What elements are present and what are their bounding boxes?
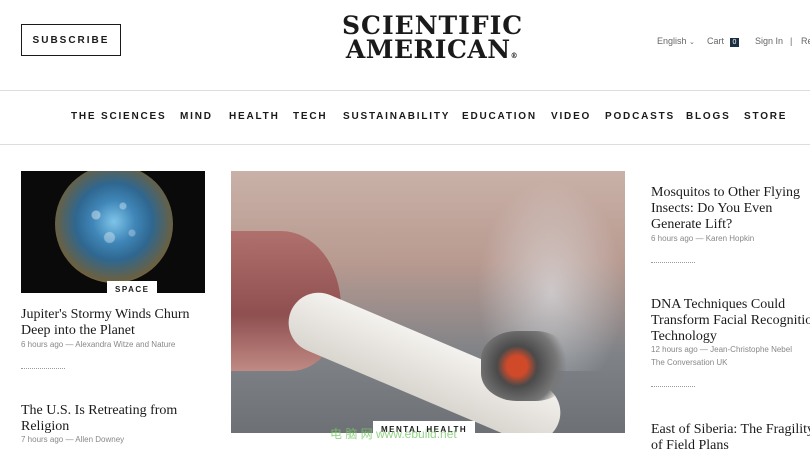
header-divider — [0, 90, 810, 91]
nav-item-the-sciences[interactable]: THE SCIENCES — [71, 111, 167, 122]
jupiter-image[interactable]: SPACE — [21, 171, 205, 293]
article-source: The Conversation UK — [651, 358, 728, 367]
cart-count-badge: 0 — [729, 38, 740, 47]
nav-item-tech[interactable]: TECH — [293, 111, 327, 122]
logo-line2: AMERICAN® — [342, 35, 522, 68]
nav-item-video[interactable]: VIDEO — [551, 111, 591, 122]
chevron-down-icon: ⌄ — [689, 39, 695, 46]
article-headline[interactable]: Jupiter's Stormy Winds Churn Deep into t… — [21, 307, 205, 339]
divider-dotted — [21, 368, 65, 369]
registered-mark: ® — [510, 51, 519, 60]
site-logo[interactable]: SCIENTIFIC AMERICAN® — [342, 13, 522, 68]
divider-dotted — [651, 262, 695, 263]
nav-item-education[interactable]: EDUCATION — [462, 111, 537, 122]
article-meta: 6 hours ago — Alexandra Witze and Nature — [21, 340, 176, 349]
category-tag-space[interactable]: SPACE — [107, 281, 158, 293]
language-label: English — [657, 36, 687, 46]
planet-graphic — [55, 171, 173, 283]
logo-line2-text: AMERICAN — [345, 35, 511, 64]
util-separator: | — [790, 36, 793, 46]
subscribe-button[interactable]: SUBSCRIBE — [21, 24, 121, 56]
article-meta: 6 hours ago — Karen Hopkin — [651, 234, 755, 243]
article-headline[interactable]: DNA Techniques Could Transform Facial Re… — [651, 297, 810, 345]
language-selector[interactable]: English ⌄ — [657, 36, 695, 46]
sign-in-link[interactable]: Sign In — [755, 36, 783, 46]
cart-link[interactable]: Cart 0 — [707, 36, 740, 47]
article-meta: 12 hours ago — Jean-Christophe Nebel — [651, 345, 792, 354]
nav-item-mind[interactable]: MIND — [180, 111, 213, 122]
nav-item-podcasts[interactable]: PODCASTS — [605, 111, 675, 122]
article-headline[interactable]: East of Siberia: The Fragility of Field … — [651, 422, 810, 454]
ember-graphic — [481, 331, 571, 401]
hero-image[interactable]: MENTAL HEALTH — [231, 171, 625, 433]
article-headline[interactable]: Mosquitos to Other Flying Insects: Do Yo… — [651, 185, 810, 233]
cart-label: Cart — [707, 36, 725, 46]
watermark-text: 电 脑 网 www.ebuild.net — [330, 427, 457, 441]
nav-item-store[interactable]: STORE — [744, 111, 787, 122]
article-meta: 7 hours ago — Allen Downey — [21, 435, 125, 444]
register-link[interactable]: Re — [801, 36, 810, 46]
divider-dotted — [651, 386, 695, 387]
nav-item-sustainability[interactable]: SUSTAINABILITY — [343, 111, 450, 122]
article-headline[interactable]: The U.S. Is Retreating from Religion — [21, 403, 205, 435]
nav-item-health[interactable]: HEALTH — [229, 111, 280, 122]
nav-divider — [0, 144, 810, 145]
nav-item-blogs[interactable]: BLOGS — [686, 111, 731, 122]
